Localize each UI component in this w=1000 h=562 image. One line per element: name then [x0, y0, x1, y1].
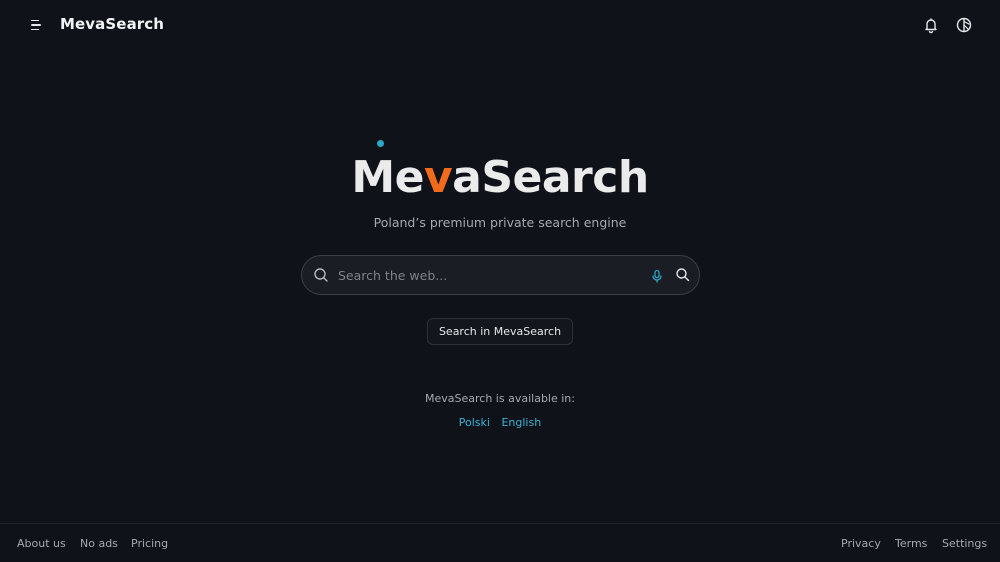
footer-link-terms[interactable]: Terms: [895, 537, 927, 550]
logo-text: MevaSearch: [351, 138, 649, 203]
logo-accent: v: [423, 152, 453, 203]
brand-name[interactable]: MevaSearch: [60, 15, 164, 33]
footer-link-about[interactable]: About us: [17, 537, 66, 550]
search-icon: [313, 267, 329, 283]
language-links: Polski English: [0, 416, 1000, 429]
header: MevaSearch: [0, 0, 1000, 50]
search-button[interactable]: Search in MevaSearch: [427, 318, 573, 345]
search-input[interactable]: [338, 265, 638, 285]
footer-link-settings[interactable]: Settings: [942, 537, 987, 550]
search-box[interactable]: [301, 255, 700, 295]
footer-link-privacy[interactable]: Privacy: [841, 537, 881, 550]
menu-icon[interactable]: [26, 15, 46, 35]
logo-prefix: Me: [351, 152, 424, 203]
logo: MevaSearch: [351, 138, 649, 203]
language-link-english[interactable]: English: [501, 416, 541, 429]
footer: About us No ads Pricing Privacy Terms Se…: [0, 523, 1000, 562]
microphone-icon[interactable]: [650, 268, 664, 283]
availability-label: MevaSearch is available in:: [425, 392, 575, 405]
language-link-polski[interactable]: Polski: [459, 416, 490, 429]
bell-icon[interactable]: [921, 15, 941, 35]
logo-suffix: aSearch: [452, 152, 649, 203]
logo-container: MevaSearch: [0, 138, 1000, 203]
theme-toggle-icon[interactable]: [954, 15, 974, 35]
search-submit-icon[interactable]: [675, 267, 690, 282]
tagline: Poland’s premium private search engine: [373, 215, 627, 230]
footer-link-pricing[interactable]: Pricing: [131, 537, 168, 550]
footer-link-no-ads[interactable]: No ads: [80, 537, 118, 550]
